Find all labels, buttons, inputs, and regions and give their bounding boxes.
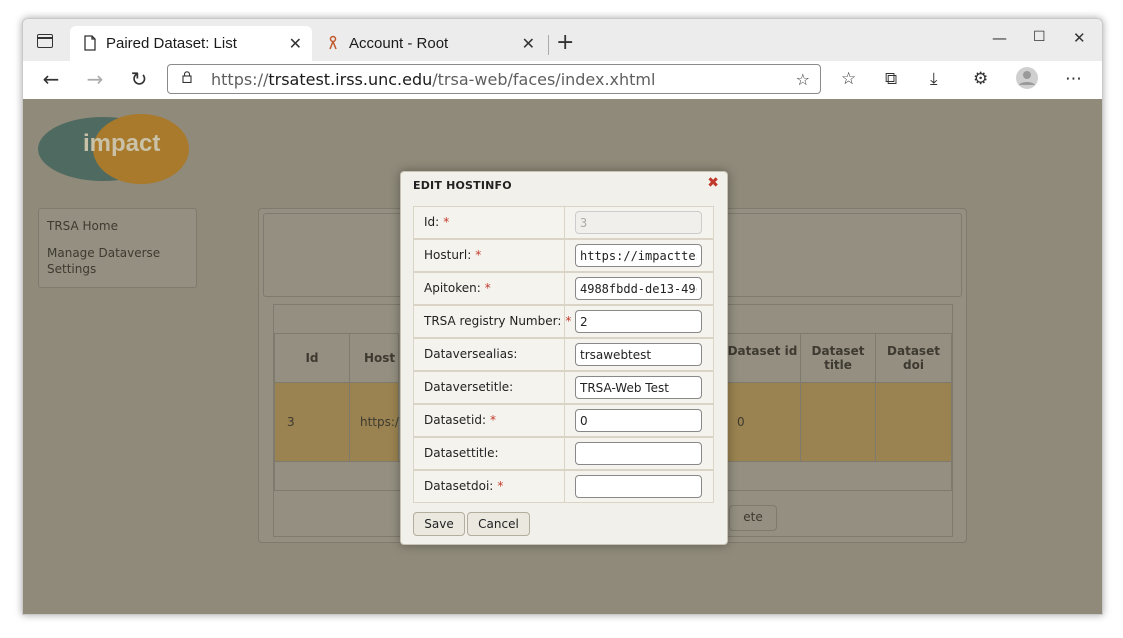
tab-separator [548, 35, 549, 55]
downloads-icon[interactable]: ⤓ [930, 69, 938, 89]
browser-window: Paired Dataset: List ✕ Account - Root ✕ … [22, 18, 1103, 615]
forward-icon[interactable]: → [83, 67, 107, 91]
td-host: https:/ [349, 382, 399, 462]
close-icon[interactable]: ✖ [707, 175, 719, 191]
page-icon [84, 35, 96, 51]
form-row-apitoken: Apitoken: * [413, 272, 714, 305]
side-menu: TRSA Home Manage Dataverse Settings [38, 208, 197, 288]
page-content: impact TRSA Home Manage Dataverse Settin… [23, 99, 1102, 614]
apitoken-field[interactable] [575, 277, 702, 300]
dataversetitle-field[interactable] [575, 376, 702, 399]
datasetdoi-field[interactable] [575, 475, 702, 498]
required-mark: * [484, 281, 491, 295]
lock-icon [182, 71, 192, 83]
hosturl-field[interactable] [575, 244, 702, 267]
save-button[interactable]: Save [413, 512, 465, 536]
dialog-title: EDIT HOSTINFO [413, 179, 512, 192]
address-bar[interactable]: https://trsatest.irss.unc.edu/trsa-web/f… [167, 64, 821, 94]
svg-text:impact: impact [83, 130, 160, 157]
dataverse-icon [329, 35, 337, 50]
dataversealias-field[interactable] [575, 343, 702, 366]
required-mark: * [497, 479, 504, 493]
tab-label: Paired Dataset: List [106, 35, 237, 52]
th-dataset-title: Dataset title [800, 333, 876, 383]
label-hosturl: Hosturl: [424, 248, 472, 262]
required-mark: * [490, 413, 496, 427]
th-host: Host u [349, 333, 399, 413]
label-trsa-registry: TRSA registry Number: [424, 314, 562, 328]
tab-account-root[interactable]: Account - Root ✕ [313, 26, 545, 61]
favorite-add-icon[interactable]: ☆ [796, 70, 810, 89]
required-mark: * [475, 248, 482, 262]
datasettitle-field[interactable] [575, 442, 702, 465]
label-datasetdoi: Datasetdoi: [424, 479, 494, 493]
label-id: Id: [424, 215, 440, 229]
sidebar-item-trsa-home[interactable]: TRSA Home [47, 218, 118, 234]
close-tab-icon[interactable]: ✕ [522, 34, 535, 54]
tab-label: Account - Root [349, 35, 449, 52]
tab-paired-dataset[interactable]: Paired Dataset: List ✕ [70, 26, 312, 61]
delete-button[interactable]: ete [729, 505, 777, 531]
browser-toolbar: ← → ↻ https://trsatest.irss.unc.edu/trsa… [23, 61, 1102, 99]
more-icon[interactable]: ⋯ [1065, 69, 1082, 89]
form-row-id: Id: * [413, 206, 714, 239]
form-row-datasetid: Datasetid: * [413, 404, 714, 437]
form-row-datasetdoi: Datasetdoi: * [413, 470, 714, 503]
plus-icon[interactable]: + [556, 30, 574, 55]
required-mark: * [565, 314, 572, 328]
th-id: Id [274, 333, 350, 383]
td-dataset-id: 0 [724, 382, 801, 462]
label-datasetid: Datasetid: [424, 413, 486, 427]
id-field[interactable] [575, 211, 702, 234]
favorites-icon[interactable]: ☆ [841, 69, 856, 89]
cancel-button[interactable]: Cancel [467, 512, 530, 536]
label-dataversetitle: Dataversetitle: [424, 380, 514, 394]
refresh-icon[interactable]: ↻ [127, 67, 151, 91]
label-datasettitle: Datasettitle: [424, 446, 499, 460]
tab-bar: Paired Dataset: List ✕ Account - Root ✕ … [23, 19, 1102, 61]
tab-strip-icon[interactable] [37, 34, 53, 48]
back-icon[interactable]: ← [39, 67, 63, 91]
form-row-hosturl: Hosturl: * [413, 239, 714, 272]
form-row-datasettitle: Datasettitle: [413, 437, 714, 470]
td-id: 3 [274, 382, 350, 462]
impact-logo: impact [38, 114, 189, 184]
form-row-dataversetitle: Dataversetitle: [413, 371, 714, 404]
trsa-registry-field[interactable] [575, 310, 702, 333]
datasetid-field[interactable] [575, 409, 702, 432]
td-dataset-title [800, 382, 876, 462]
extensions-icon[interactable]: ⚙ [973, 69, 988, 89]
sidebar-item-manage-dataverse[interactable]: Manage Dataverse Settings [47, 245, 167, 277]
label-apitoken: Apitoken: [424, 281, 481, 295]
close-icon[interactable]: ✕ [1073, 29, 1086, 47]
form-row-trsa-registry: TRSA registry Number: * [413, 305, 714, 338]
url-text: https://trsatest.irss.unc.edu/trsa-web/f… [211, 70, 656, 89]
edit-hostinfo-dialog: EDIT HOSTINFO ✖ Id:* Hosturl:* Apitoken:… [400, 171, 728, 545]
close-tab-icon[interactable]: ✕ [289, 34, 302, 54]
label-dataversealias: Dataversealias: [424, 347, 518, 361]
profile-icon[interactable] [1015, 66, 1039, 95]
collections-icon[interactable]: ⧉ [885, 69, 897, 89]
required-mark: * [443, 215, 450, 229]
th-dataset-doi: Dataset doi [875, 333, 952, 383]
th-dataset-id: Dataset id [724, 333, 801, 383]
form-row-dataversealias: Dataversealias: [413, 338, 714, 371]
minimize-icon[interactable]: — [992, 29, 1007, 47]
maximize-icon[interactable]: ☐ [1033, 29, 1046, 45]
td-dataset-doi [875, 382, 952, 462]
